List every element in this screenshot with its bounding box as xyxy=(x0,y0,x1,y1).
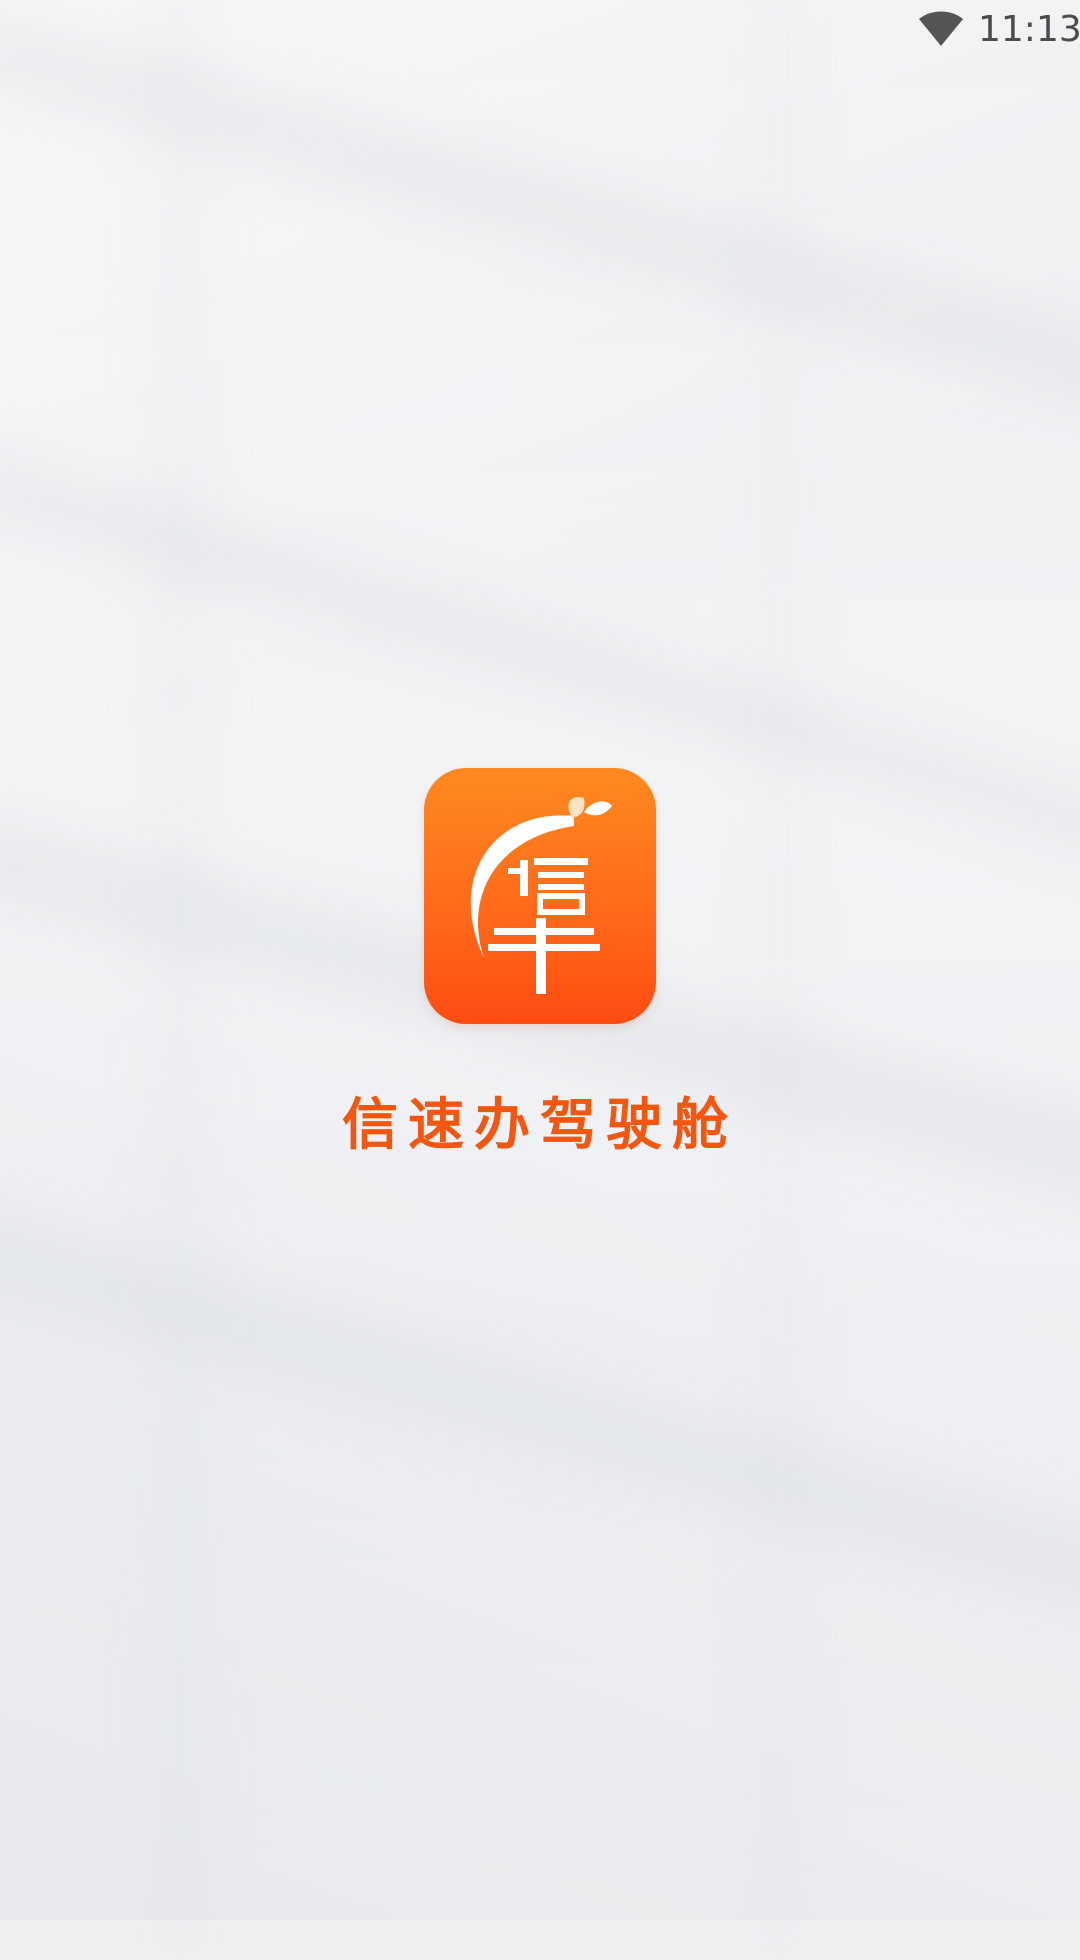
background-shadow xyxy=(160,0,200,1960)
background-shadow xyxy=(760,0,796,1960)
app-name-title: 信速办驾驶舱 xyxy=(342,1093,738,1158)
status-time: 11:13 xyxy=(978,9,1080,50)
app-logo-icon xyxy=(424,768,656,1024)
wifi-icon xyxy=(919,11,963,46)
status-bar: 11:13 xyxy=(0,0,1080,62)
